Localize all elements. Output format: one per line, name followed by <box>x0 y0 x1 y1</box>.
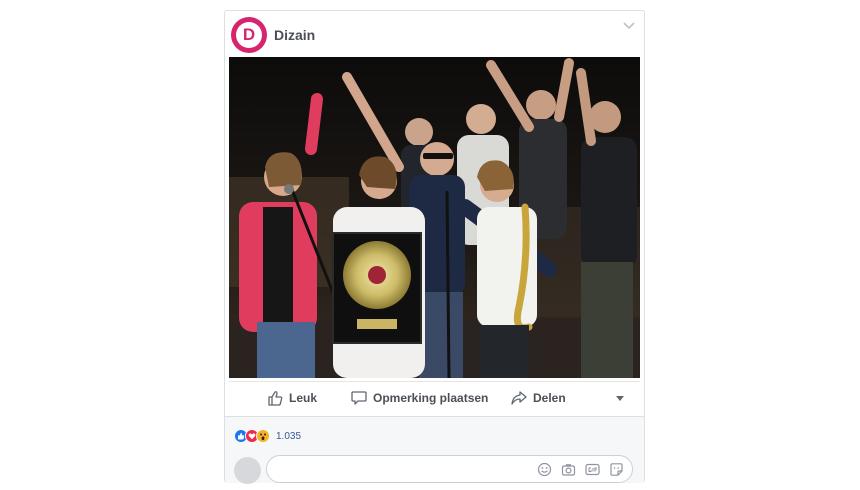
post-actions-bar: Leuk Opmerking plaatsen Delen <box>229 381 640 415</box>
reaction-count[interactable]: 1.035 <box>276 431 301 442</box>
wow-reaction-icon <box>256 429 270 443</box>
chevron-down-icon[interactable] <box>622 21 636 31</box>
comment-label: Opmerking plaatsen <box>373 391 489 405</box>
sticker-icon[interactable] <box>609 462 624 477</box>
post-photo[interactable] <box>229 57 640 378</box>
user-avatar <box>234 457 261 484</box>
thumbs-up-icon <box>268 391 283 406</box>
speech-bubble-icon <box>351 391 367 405</box>
share-arrow-icon <box>511 391 527 405</box>
caret-down-icon[interactable] <box>615 396 625 402</box>
share-label: Delen <box>533 391 566 405</box>
facebook-post-card: D Dizain Leuk Opmerking plaatsen Delen 1… <box>224 10 645 484</box>
camera-icon[interactable] <box>561 462 576 477</box>
page-logo[interactable]: D <box>231 17 267 53</box>
post-header: D Dizain <box>225 11 644 57</box>
comment-input[interactable] <box>277 460 527 478</box>
comment-attachment-icons <box>537 462 624 477</box>
like-button[interactable]: Leuk <box>267 390 317 406</box>
post-footer: 1.035 <box>225 416 644 484</box>
gif-icon[interactable] <box>585 462 600 477</box>
band-photo-image <box>229 57 640 378</box>
like-label: Leuk <box>289 391 318 405</box>
reactions-summary[interactable]: 1.035 <box>234 429 301 443</box>
page-name-link[interactable]: Dizain <box>274 27 315 43</box>
comment-button[interactable]: Opmerking plaatsen <box>351 390 488 406</box>
comment-box[interactable] <box>266 455 633 483</box>
emoji-icon[interactable] <box>537 462 552 477</box>
logo-letter: D <box>242 25 256 44</box>
share-button[interactable]: Delen <box>511 390 566 406</box>
